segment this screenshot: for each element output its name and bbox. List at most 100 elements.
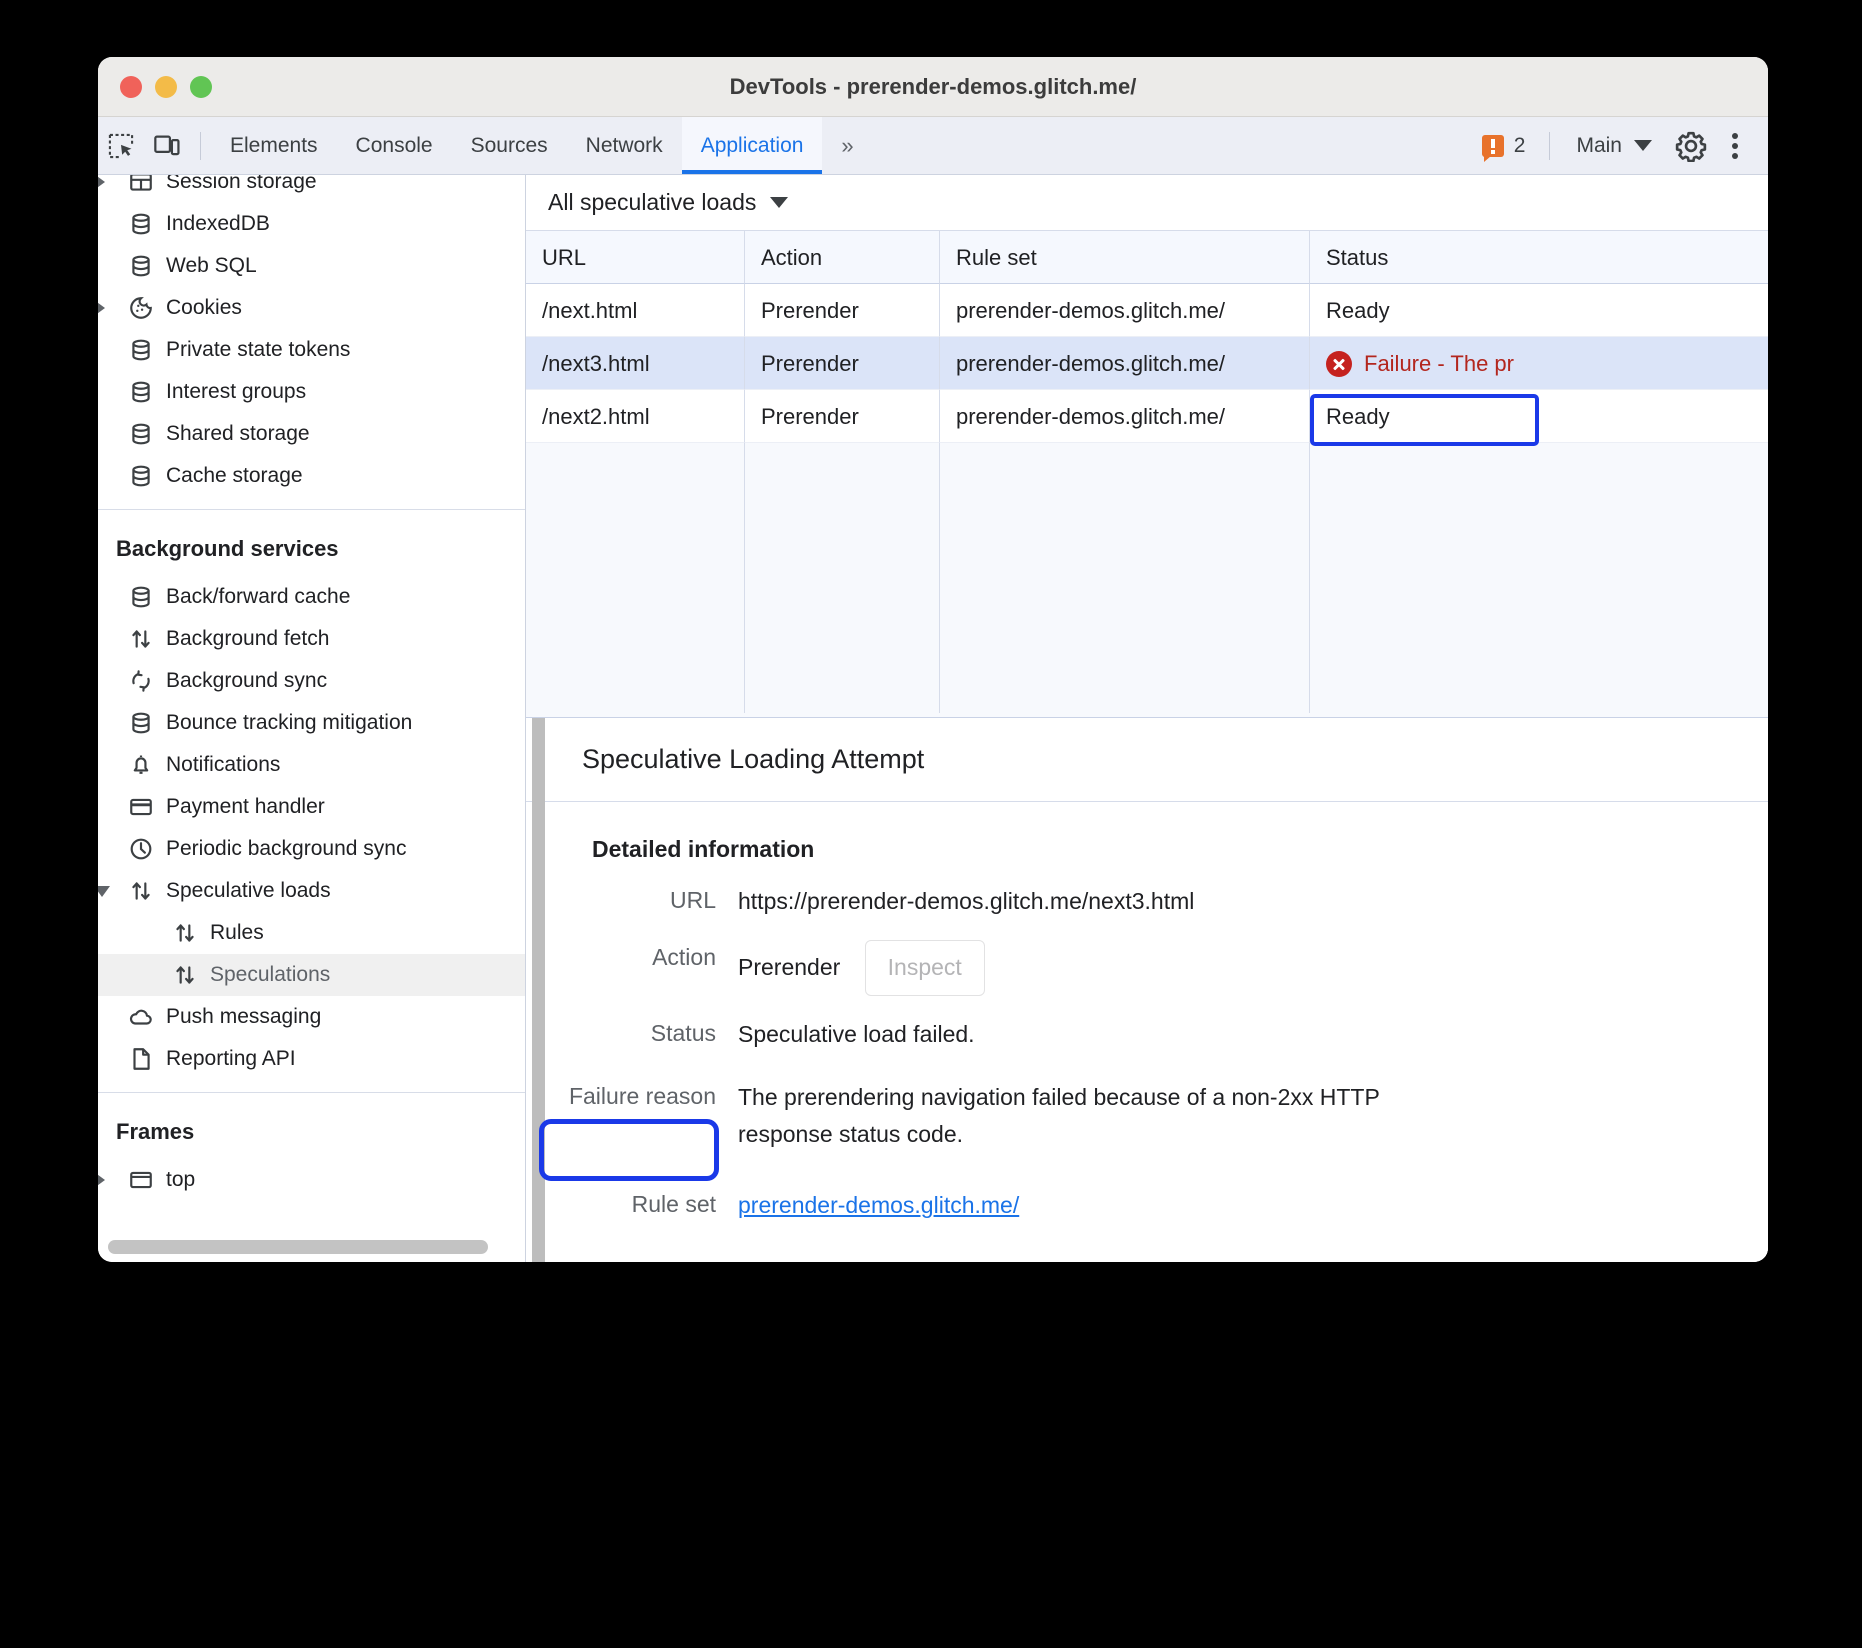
expand-twisty-icon[interactable] [98, 300, 120, 316]
warning-badge[interactable]: 2 [1472, 134, 1536, 158]
sidebar-divider-2 [98, 1092, 525, 1093]
sidebar-item-periodic-background-sync[interactable]: Periodic background sync [98, 828, 525, 870]
warning-icon [1482, 135, 1504, 157]
sidebar-item-indexeddb[interactable]: IndexedDB [98, 203, 525, 245]
inspect-button[interactable]: Inspect [865, 940, 985, 995]
sidebar-item-notifications[interactable]: Notifications [98, 744, 525, 786]
database-icon [120, 710, 162, 736]
sidebar-item-label: Speculations [210, 963, 330, 987]
error-circle-icon [1326, 351, 1352, 377]
storage-section: Session storage IndexedDB Web SQL [98, 175, 525, 497]
database-icon [120, 253, 162, 279]
document-icon [120, 1046, 162, 1072]
speculations-table[interactable]: URL Action Rule set Status /next.html Pr… [526, 231, 1768, 717]
cell-action: Prerender [745, 337, 940, 390]
sidebar-item-cookies[interactable]: Cookies [98, 287, 525, 329]
table-row[interactable]: /next2.html Prerender prerender-demos.gl… [526, 390, 1768, 443]
sidebar-item-background-fetch[interactable]: Background fetch [98, 618, 525, 660]
expand-twisty-icon[interactable] [98, 1172, 120, 1188]
more-tabs-chevron-icon[interactable]: » [822, 117, 870, 174]
column-header-url[interactable]: URL [526, 231, 745, 284]
sidebar-item-private-state-tokens[interactable]: Private state tokens [98, 329, 525, 371]
ruleset-link[interactable]: prerender-demos.glitch.me/ [738, 1192, 1019, 1218]
sidebar-item-interest-groups[interactable]: Interest groups [98, 371, 525, 413]
warning-count: 2 [1514, 134, 1526, 158]
sidebar-item-top-frame[interactable]: top [98, 1159, 525, 1201]
sidebar-item-payment-handler[interactable]: Payment handler [98, 786, 525, 828]
table-row[interactable]: /next.html Prerender prerender-demos.gli… [526, 284, 1768, 337]
column-header-ruleset[interactable]: Rule set [940, 231, 1310, 284]
detail-row-status: Status Speculative load failed. [526, 996, 1768, 1053]
inspect-element-icon[interactable] [98, 124, 144, 168]
window-title: DevTools - prerender-demos.glitch.me/ [98, 74, 1768, 100]
sidebar-horizontal-scrollbar[interactable] [108, 1240, 488, 1254]
arrows-updown-icon [164, 920, 206, 946]
sidebar-divider [98, 509, 525, 510]
sidebar-item-reporting-api[interactable]: Reporting API [98, 1038, 525, 1080]
sidebar-item-label: top [166, 1168, 195, 1192]
context-selector[interactable]: Main [1564, 134, 1664, 158]
tab-elements[interactable]: Elements [211, 117, 337, 174]
sidebar-item-session-storage[interactable]: Session storage [98, 175, 525, 203]
sidebar-item-label: Notifications [166, 753, 280, 777]
sidebar-item-cache-storage[interactable]: Cache storage [98, 455, 525, 497]
sidebar-item-label: Shared storage [166, 422, 310, 446]
detail-value-ruleset: prerender-demos.glitch.me/ [738, 1187, 1079, 1224]
sidebar-item-rules[interactable]: Rules [98, 912, 525, 954]
speculative-loads-filter-dropdown[interactable]: All speculative loads [548, 189, 788, 216]
column-header-action[interactable]: Action [745, 231, 940, 284]
sidebar-item-label: Push messaging [166, 1005, 321, 1029]
detail-label-url: URL [526, 883, 738, 914]
minimize-window-button[interactable] [155, 76, 177, 98]
sidebar-item-speculative-loads[interactable]: Speculative loads [98, 870, 525, 912]
tab-network[interactable]: Network [567, 117, 682, 174]
sidebar-item-background-sync[interactable]: Background sync [98, 660, 525, 702]
sidebar-item-speculations[interactable]: Speculations [98, 954, 525, 996]
detail-label-failure-reason: Failure reason [526, 1079, 738, 1110]
devtools-toolbar: Elements Console Sources Network Applica… [98, 117, 1768, 175]
sidebar-item-web-sql[interactable]: Web SQL [98, 245, 525, 287]
database-icon [120, 211, 162, 237]
sidebar-item-label: Session storage [166, 175, 317, 194]
detail-row-url: URL https://prerender-demos.glitch.me/ne… [526, 863, 1768, 920]
cookie-icon [120, 295, 162, 321]
empty-cell [1310, 443, 1768, 713]
expand-twisty-icon[interactable] [98, 175, 120, 190]
sidebar-item-label: Cache storage [166, 464, 303, 488]
detail-label-status: Status [526, 1016, 738, 1047]
detail-value-failure-reason: The prerendering navigation failed becau… [738, 1079, 1498, 1154]
tab-console[interactable]: Console [337, 117, 452, 174]
tab-application[interactable]: Application [682, 117, 823, 174]
detail-vertical-scrollbar[interactable] [532, 718, 545, 1262]
table-row[interactable]: /next3.html Prerender prerender-demos.gl… [526, 337, 1768, 390]
window-titlebar: DevTools - prerender-demos.glitch.me/ [98, 57, 1768, 117]
three-dots-vertical-icon[interactable] [1718, 133, 1752, 159]
database-icon [120, 584, 162, 610]
sidebar-item-bounce-tracking-mitigation[interactable]: Bounce tracking mitigation [98, 702, 525, 744]
detail-value-status: Speculative load failed. [738, 1016, 1035, 1053]
sidebar-section-background-services: Background services [98, 522, 525, 576]
device-toolbar-icon[interactable] [144, 124, 190, 168]
cell-ruleset: prerender-demos.glitch.me/ [940, 284, 1310, 337]
status-failure-text: Failure - The pr [1364, 351, 1514, 377]
cell-ruleset: prerender-demos.glitch.me/ [940, 337, 1310, 390]
sidebar-item-label: Periodic background sync [166, 837, 406, 861]
arrows-updown-icon [120, 878, 162, 904]
sidebar-item-label: Rules [210, 921, 264, 945]
tab-sources[interactable]: Sources [452, 117, 567, 174]
sidebar-item-label: Cookies [166, 296, 242, 320]
cell-status: Ready [1310, 284, 1768, 337]
close-window-button[interactable] [120, 76, 142, 98]
application-sidebar[interactable]: Session storage IndexedDB Web SQL [98, 175, 526, 1262]
detail-value-action: Prerender Inspect [738, 940, 1045, 995]
zoom-window-button[interactable] [190, 76, 212, 98]
gear-icon[interactable] [1668, 124, 1714, 168]
collapse-twisty-icon[interactable] [98, 886, 120, 897]
sidebar-item-shared-storage[interactable]: Shared storage [98, 413, 525, 455]
sidebar-item-push-messaging[interactable]: Push messaging [98, 996, 525, 1038]
column-header-status[interactable]: Status [1310, 231, 1768, 284]
sidebar-item-back-forward-cache[interactable]: Back/forward cache [98, 576, 525, 618]
sidebar-item-label: Reporting API [166, 1047, 296, 1071]
sidebar-item-label: Bounce tracking mitigation [166, 711, 412, 735]
cell-url: /next3.html [526, 337, 745, 390]
